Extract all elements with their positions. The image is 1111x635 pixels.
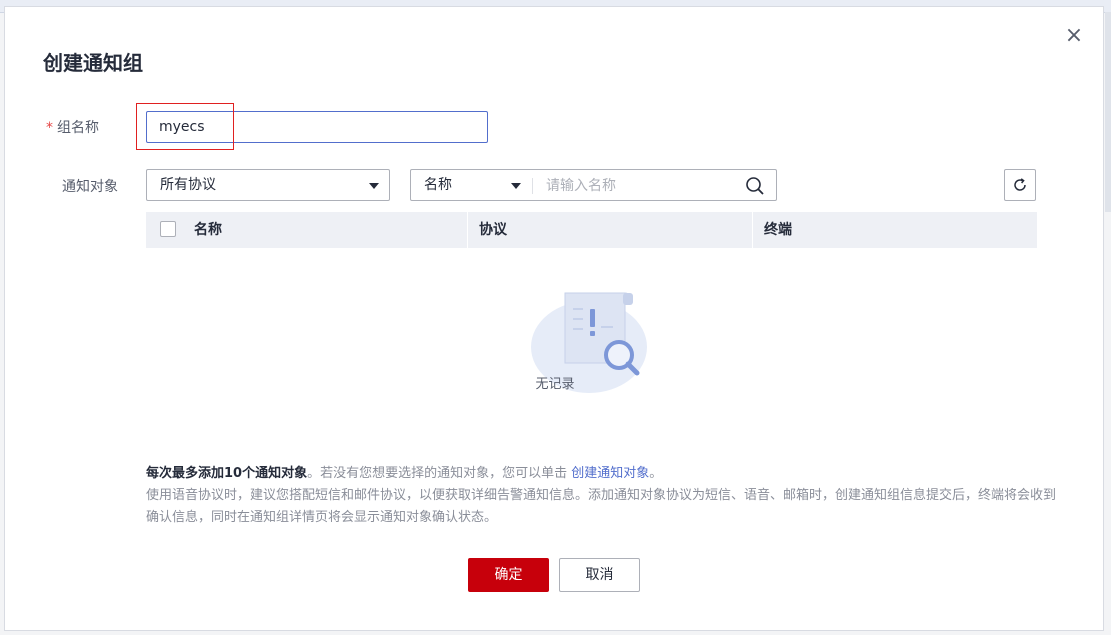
search-divider (532, 178, 533, 194)
required-mark: * (46, 120, 53, 136)
chevron-down-icon (369, 183, 379, 189)
group-name-label: * 组名称 (46, 117, 99, 137)
note-line-2: 使用语音协议时，建议您搭配短信和邮件协议，以便获取详细告警通知信息。添加通知对象… (146, 488, 1057, 525)
note-line-1: 每次最多添加10个通知对象。若没有您想要选择的通知对象，您可以单击 创建通知对象… (146, 463, 1066, 485)
cancel-button[interactable]: 取消 (559, 558, 640, 592)
select-all-checkbox[interactable] (160, 221, 176, 237)
note-end: 。 (649, 466, 663, 481)
search-box: 名称 (410, 169, 777, 202)
background-page-edge (1105, 12, 1111, 212)
create-notification-group-dialog: 创建通知组 × *组名称 通知对象 所有协议 名称 (4, 6, 1104, 631)
confirm-button[interactable]: 确定 (468, 558, 549, 592)
protocol-select[interactable]: 所有协议 (146, 169, 390, 201)
column-divider (467, 212, 468, 248)
create-notification-target-link[interactable]: 创建通知对象 (571, 466, 649, 481)
column-header-protocol: 协议 (479, 222, 507, 238)
close-icon[interactable]: × (1063, 25, 1085, 47)
dialog-title: 创建通知组 (43, 51, 143, 75)
notes: 每次最多添加10个通知对象。若没有您想要选择的通知对象，您可以单击 创建通知对象… (146, 463, 1066, 529)
table-header: 名称 协议 终端 (146, 212, 1037, 248)
group-name-label-text: 组名称 (57, 120, 99, 136)
note-limit-text: 每次最多添加10个通知对象 (146, 466, 308, 481)
search-field-select[interactable]: 名称 (411, 170, 531, 200)
empty-state-text: 无记录 (535, 377, 575, 392)
note-hint-text: 。若没有您想要选择的通知对象，您可以单击 (307, 466, 572, 481)
refresh-button[interactable] (1004, 169, 1036, 201)
protocol-select-value: 所有协议 (160, 177, 216, 193)
column-header-name: 名称 (194, 222, 222, 238)
search-field-select-value: 名称 (424, 177, 452, 193)
chevron-down-icon (511, 183, 521, 189)
column-divider (752, 212, 753, 248)
column-header-endpoint: 终端 (764, 222, 792, 238)
notify-target-label: 通知对象 (62, 179, 118, 195)
refresh-icon (1012, 177, 1028, 193)
search-icon[interactable] (745, 176, 765, 196)
group-name-input[interactable] (146, 111, 488, 143)
search-input[interactable] (544, 170, 738, 202)
